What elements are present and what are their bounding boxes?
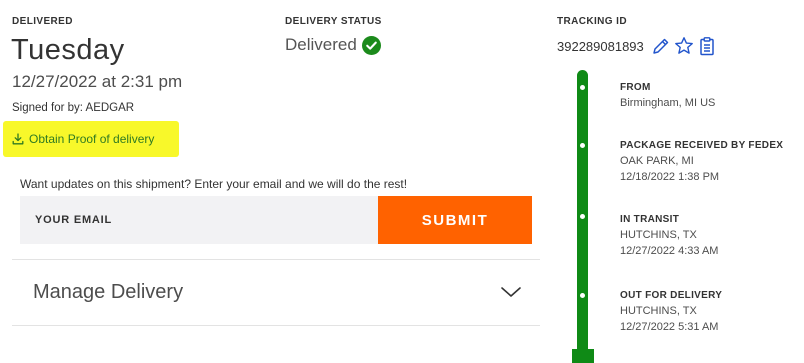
tracking-number: 392289081893 [557, 38, 644, 54]
timeline-dot [580, 143, 585, 148]
delivery-status: Delivered [285, 35, 381, 55]
delivered-label: DELIVERED [12, 16, 73, 27]
delivery-status-label: DELIVERY STATUS [285, 16, 382, 27]
event-timestamp: 12/27/2022 5:31 AM [620, 321, 719, 333]
submit-button[interactable]: SUBMIT [378, 196, 532, 244]
timeline-dot [580, 85, 585, 90]
star-icon[interactable] [674, 36, 694, 56]
pencil-icon[interactable] [651, 36, 671, 56]
timeline-event: IN TRANSIT HUTCHINS, TX 12/27/2022 4:33 … [620, 212, 718, 259]
event-title: PACKAGE RECEIVED BY FEDEX [620, 140, 784, 151]
timeline-event: FROM Birmingham, MI US [620, 80, 715, 111]
event-location: Birmingham, MI US [620, 97, 716, 109]
event-title: IN TRANSIT [620, 214, 680, 225]
download-icon [12, 133, 24, 145]
divider [12, 325, 540, 326]
timeline-dot [580, 293, 585, 298]
check-circle-icon [361, 35, 381, 55]
delivery-status-value: Delivered [285, 35, 357, 54]
delivery-day: Tuesday [11, 34, 125, 66]
event-title: FROM [620, 82, 651, 93]
updates-prompt: Want updates on this shipment? Enter you… [20, 177, 408, 191]
manage-delivery-accordion[interactable]: Manage Delivery [12, 260, 540, 324]
chevron-down-icon [501, 287, 521, 297]
tracking-id-label: TRACKING ID [557, 16, 627, 27]
event-location: HUTCHINS, TX [620, 229, 697, 241]
delivery-datetime: 12/27/2022 at 2:31 pm [12, 72, 183, 91]
timeline-event: PACKAGE RECEIVED BY FEDEX OAK PARK, MI 1… [620, 138, 783, 185]
manage-delivery-label: Manage Delivery [33, 280, 184, 303]
event-timestamp: 12/18/2022 1:38 PM [620, 171, 720, 183]
event-timestamp: 12/27/2022 4:33 AM [620, 245, 719, 257]
tracking-id-row: 392289081893 [557, 36, 717, 56]
timeline-dot [580, 214, 585, 219]
proof-of-delivery-link[interactable]: Obtain Proof of delivery [3, 121, 179, 157]
timeline-event: OUT FOR DELIVERY HUTCHINS, TX 12/27/2022… [620, 288, 722, 335]
clipboard-icon[interactable] [697, 36, 717, 56]
event-location: OAK PARK, MI [620, 155, 694, 167]
proof-of-delivery-label: Obtain Proof of delivery [29, 132, 155, 146]
timeline-end-marker [572, 349, 594, 363]
email-input[interactable] [20, 196, 378, 244]
signed-for-text: Signed for by: AEDGAR [12, 102, 135, 114]
event-location: HUTCHINS, TX [620, 305, 697, 317]
event-title: OUT FOR DELIVERY [620, 290, 723, 301]
